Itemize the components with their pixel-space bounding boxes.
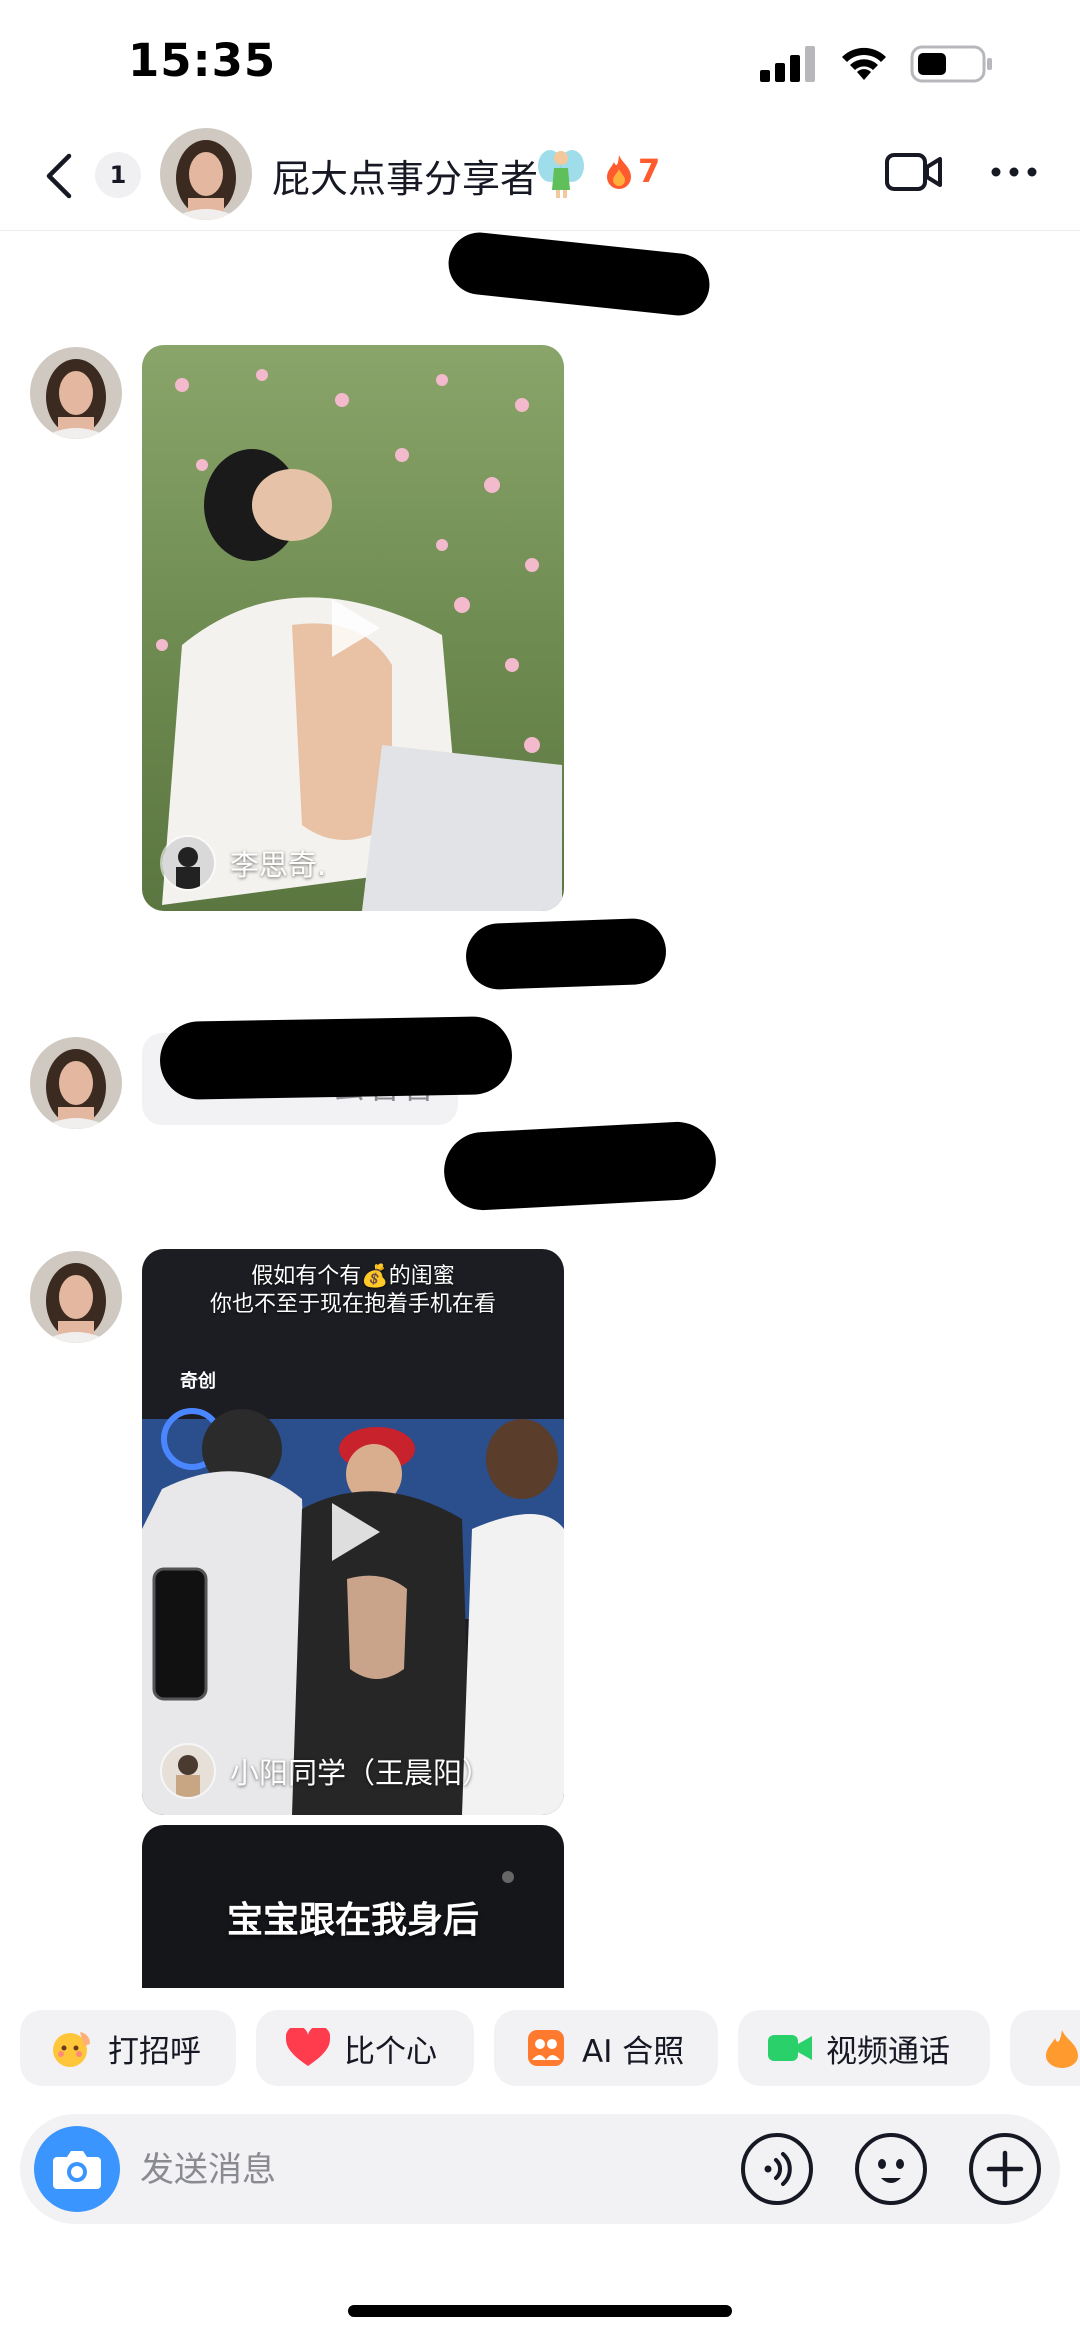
video-message[interactable]: 宝宝跟在我身后 — [142, 1825, 564, 1988]
streak-indicator: 7 — [604, 152, 660, 190]
flame-emoji-icon — [1040, 2026, 1080, 2070]
wifi-icon — [842, 47, 886, 80]
sender-avatar[interactable] — [30, 1037, 122, 1129]
quick-action-label: 打招呼 — [108, 2033, 201, 2070]
video-caption: 宝宝跟在我身后 — [226, 1900, 479, 1941]
video-call-icon — [768, 2026, 812, 2070]
chat-title[interactable]: 屁大点事分享者 — [272, 148, 538, 203]
redacted-message — [445, 231, 713, 319]
sender-avatar[interactable] — [30, 347, 122, 439]
heart-icon — [286, 2026, 330, 2070]
wave-emoji-icon — [50, 2026, 94, 2070]
battery-icon — [910, 45, 992, 83]
camera-button[interactable] — [34, 2126, 120, 2212]
more-icon[interactable] — [988, 162, 1040, 182]
quick-action-label: 比个心 — [344, 2033, 437, 2070]
flame-icon — [607, 155, 631, 189]
avatar-image — [30, 1037, 122, 1129]
quick-action-wave[interactable]: 打招呼 — [20, 2010, 236, 2086]
camera-icon — [53, 2151, 101, 2189]
avatar-image — [30, 347, 122, 439]
video-watermark: 奇创 — [180, 1371, 216, 1392]
chat-screen: 15:35 1 屁大点事分享者 7 李思奇. 假如有个有💰的闺蜜 你也不至于现在… — [0, 0, 1080, 2337]
message-input-bar — [20, 2114, 1060, 2224]
unread-badge: 1 — [95, 152, 141, 198]
video-caption-line: 假如有个有💰的闺蜜 — [251, 1264, 455, 1289]
redacted-message — [442, 1119, 718, 1213]
signal-icon — [760, 46, 815, 82]
back-button[interactable] — [34, 146, 84, 206]
redacted-message — [464, 917, 668, 991]
quick-action-label: AI 合照 — [582, 2033, 685, 2070]
quick-action-video-call[interactable]: 视频通话 — [738, 2010, 990, 2086]
status-time: 15:35 — [128, 34, 277, 87]
avatar-image — [160, 128, 252, 220]
quick-action-ai-photo[interactable]: AI 合照 — [494, 2010, 718, 2086]
plus-icon[interactable] — [968, 2132, 1042, 2206]
video-message[interactable]: 假如有个有💰的闺蜜 你也不至于现在抱着手机在看 奇创 小阳同学（王晨阳） — [142, 1249, 564, 1815]
fairy-icon — [538, 150, 584, 198]
video-author: 李思奇. — [160, 835, 326, 891]
streak-count: 7 — [638, 152, 661, 190]
home-indicator[interactable] — [348, 2305, 732, 2317]
sender-avatar[interactable] — [30, 1251, 122, 1343]
play-icon — [332, 1503, 380, 1561]
ai-photo-icon — [524, 2026, 568, 2070]
avatar-image — [30, 1251, 122, 1343]
redacted-message — [159, 1015, 513, 1101]
message-input[interactable] — [138, 2136, 722, 2204]
voice-icon[interactable] — [740, 2132, 814, 2206]
author-name: 李思奇. — [230, 848, 327, 882]
emoji-icon[interactable] — [854, 2132, 928, 2206]
play-icon — [332, 599, 380, 657]
contact-avatar[interactable] — [160, 128, 252, 220]
video-caption-line: 你也不至于现在抱着手机在看 — [209, 1292, 496, 1317]
message-list[interactable]: 李思奇. 去看看 — [0, 231, 1080, 1988]
chat-header: 1 屁大点事分享者 7 — [0, 126, 1080, 231]
video-author: 小阳同学（王晨阳） — [160, 1743, 491, 1799]
chevron-left-icon — [46, 153, 72, 199]
video-message[interactable]: 李思奇. — [142, 345, 564, 911]
quick-action-heart[interactable]: 比个心 — [256, 2010, 474, 2086]
author-avatar — [160, 835, 216, 891]
author-name: 小阳同学（王晨阳） — [230, 1756, 492, 1790]
status-bar: 15:35 — [0, 0, 1080, 126]
quick-actions-bar[interactable]: 打招呼 比个心 AI 合照 视频通话 — [0, 2010, 1080, 2088]
author-avatar — [160, 1743, 216, 1799]
quick-action-label: 视频通话 — [826, 2033, 950, 2070]
video-call-icon[interactable] — [884, 148, 944, 196]
quick-action-more[interactable] — [1010, 2010, 1080, 2086]
status-icons — [760, 42, 1000, 86]
